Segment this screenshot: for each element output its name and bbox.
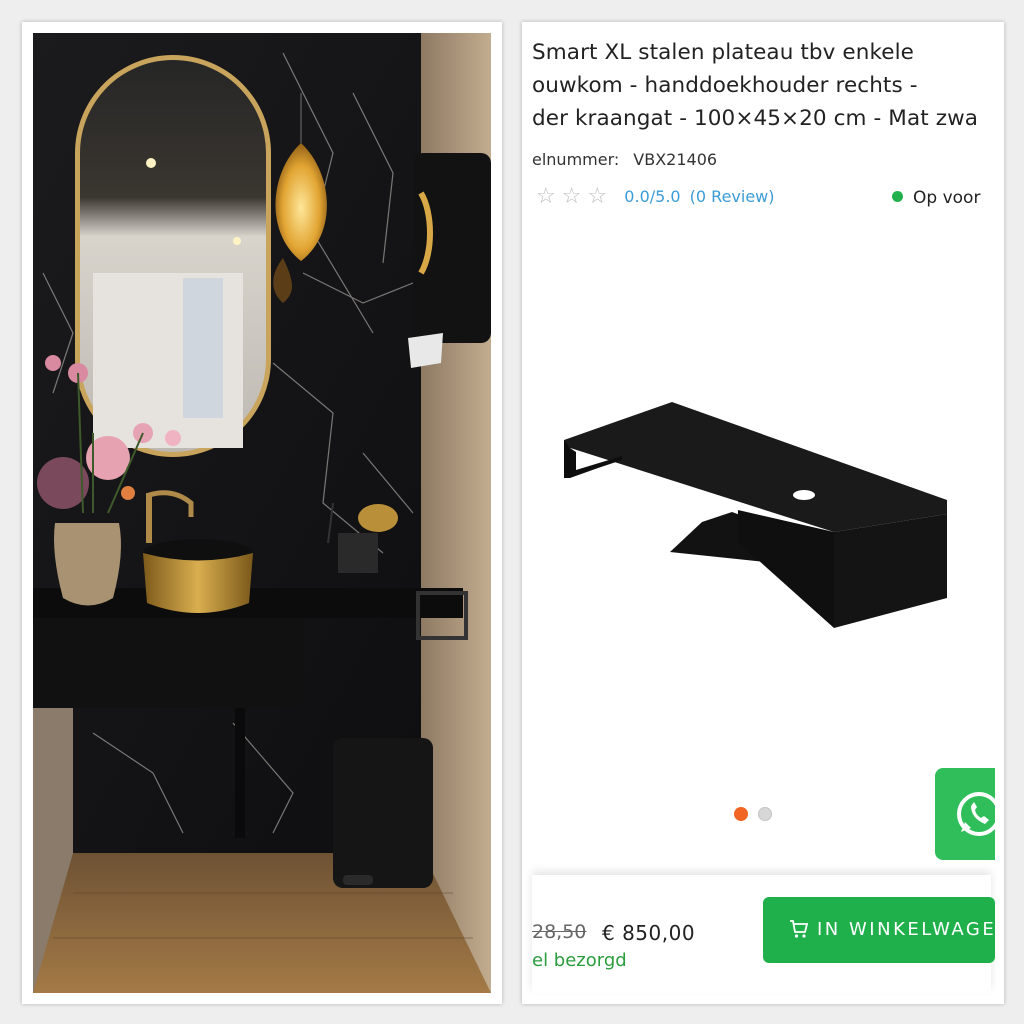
product-image[interactable] [552, 382, 952, 632]
article-number-label: elnummer: [532, 150, 620, 169]
article-number-row: elnummer: VBX21406 [532, 150, 717, 169]
article-number-value: VBX21406 [633, 150, 718, 169]
stock-status-label: Op voor [913, 188, 981, 208]
purchase-bar: 28,50 € 850,00 el bezorgd IN WINKELWAGEN [532, 875, 995, 993]
cart-icon [790, 920, 809, 938]
gallery-dot-active[interactable] [734, 807, 748, 821]
whatsapp-button[interactable] [935, 768, 1001, 860]
stock-status: Op voor [892, 188, 980, 208]
star-icon: ☆ [587, 184, 608, 209]
photo-panel [22, 22, 502, 1004]
add-to-cart-button[interactable]: IN WINKELWAGEN [763, 897, 995, 963]
rating-score[interactable]: 0.0/5.0 [624, 187, 680, 206]
gallery-dot[interactable] [758, 807, 772, 821]
product-title-line: der kraangat - 100×45×20 cm - Mat zwa [532, 106, 979, 131]
current-price: € 850,00 [602, 921, 696, 945]
whatsapp-icon [957, 792, 1001, 836]
add-to-cart-label: IN WINKELWAGEN [817, 919, 995, 940]
product-title-line: ouwkom - handdoekhouder rechts - [532, 73, 918, 98]
gallery-pagination [734, 806, 782, 825]
product-title-line: Smart XL stalen plateau tbv enkele [532, 40, 914, 65]
delivery-note: el bezorgd [532, 950, 627, 971]
rating-row: ☆ ☆ ☆ 0.0/5.0 (0 Review) [536, 184, 775, 210]
old-price: 28,50 [532, 921, 587, 943]
star-icon: ☆ [536, 184, 556, 209]
stock-dot-icon [892, 191, 903, 202]
star-icon: ☆ [561, 184, 582, 209]
review-count-link[interactable]: (0 Review) [690, 187, 775, 206]
product-panel: Smart XL stalen plateau tbv enkele ouwko… [522, 22, 1004, 1004]
bathroom-photo [33, 33, 491, 993]
